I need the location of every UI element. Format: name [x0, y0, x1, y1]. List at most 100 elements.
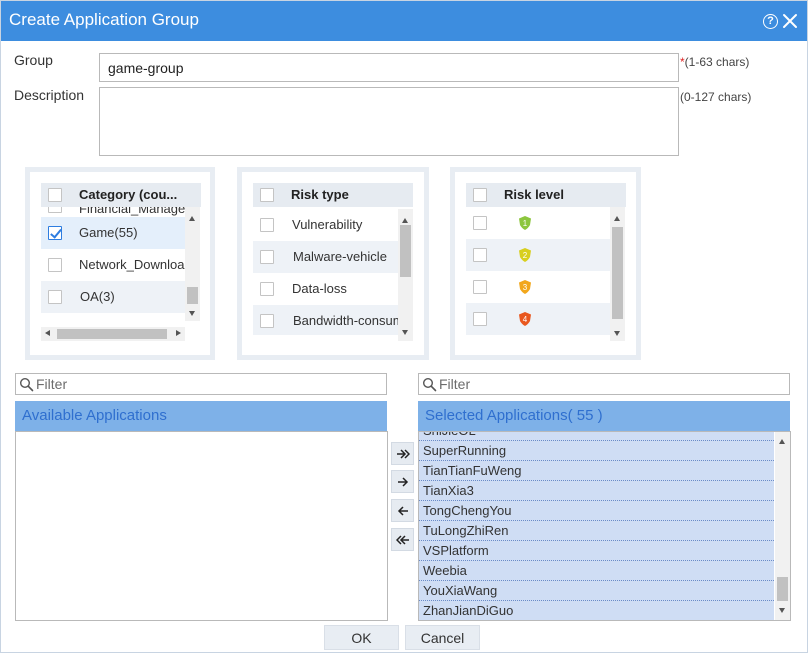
group-hint-text: (1-63 chars) — [684, 55, 750, 69]
category-item[interactable]: OA(3) — [41, 281, 185, 313]
category-header-label: Category (cou... — [79, 187, 178, 202]
add-all-button[interactable] — [391, 442, 414, 465]
scroll-up-icon[interactable] — [402, 218, 408, 223]
category-item-label: Game(55) — [79, 225, 138, 240]
dialog-title: Create Application Group — [9, 10, 199, 29]
selected-application-item[interactable]: YouXiaWang — [419, 581, 774, 601]
scroll-down-icon[interactable] — [779, 608, 785, 613]
close-icon[interactable] — [781, 12, 799, 30]
svg-text:1: 1 — [523, 219, 528, 228]
scroll-thumb[interactable] — [187, 287, 198, 304]
checkbox[interactable] — [260, 314, 274, 328]
available-filter — [15, 373, 387, 395]
category-vertical-scrollbar[interactable] — [185, 207, 200, 321]
selected-applications-header: Selected Applications( 55 ) — [418, 401, 790, 431]
selected-application-item[interactable]: Weebia — [419, 561, 774, 581]
checkbox[interactable] — [473, 280, 487, 294]
double-arrow-left-icon — [396, 535, 409, 545]
risk-level-vertical-scrollbar[interactable] — [610, 207, 625, 341]
checkbox[interactable] — [473, 216, 487, 230]
category-horizontal-scrollbar[interactable] — [41, 327, 185, 341]
scroll-down-icon[interactable] — [614, 331, 620, 336]
risk-level-header: Risk level — [466, 183, 626, 207]
checkbox[interactable] — [260, 218, 274, 232]
scroll-down-icon[interactable] — [189, 311, 195, 316]
risk-type-item[interactable]: Malware-vehicle — [253, 241, 398, 273]
scroll-right-icon[interactable] — [176, 330, 181, 336]
selected-filter-input[interactable] — [439, 375, 779, 393]
selected-application-item[interactable]: VSPlatform — [419, 541, 774, 561]
description-textarea[interactable] — [99, 87, 679, 156]
selected-application-item[interactable]: ShiJieOL — [419, 432, 774, 441]
checkbox[interactable] — [48, 207, 62, 213]
risk-type-item[interactable]: Data-loss — [253, 273, 398, 305]
available-applications-list[interactable] — [15, 431, 388, 621]
risk-type-vertical-scrollbar[interactable] — [398, 209, 413, 341]
checkbox[interactable] — [473, 248, 487, 262]
category-item[interactable]: Game(55) — [41, 217, 185, 249]
add-selected-button[interactable] — [391, 470, 414, 493]
risk-type-item[interactable]: Bandwidth-consuming — [253, 305, 398, 335]
remove-selected-button[interactable] — [391, 499, 414, 522]
selected-filter — [418, 373, 790, 395]
group-input[interactable] — [99, 53, 679, 82]
scroll-left-icon[interactable] — [45, 330, 50, 336]
checkbox[interactable] — [260, 282, 274, 296]
arrow-right-icon — [398, 477, 409, 487]
risk-type-header-label: Risk type — [291, 187, 349, 202]
arrow-left-icon — [397, 506, 408, 516]
checkbox-checked[interactable] — [48, 226, 62, 240]
cancel-button[interactable]: Cancel — [405, 625, 480, 650]
risk-type-item[interactable]: Vulnerability — [253, 209, 398, 241]
checkbox[interactable] — [473, 312, 487, 326]
scroll-down-icon[interactable] — [402, 330, 408, 335]
create-application-group-dialog: Create Application Group ? Group *(1-63 … — [0, 0, 808, 653]
category-item[interactable]: Network_Download — [41, 249, 185, 281]
svg-text:2: 2 — [523, 251, 528, 260]
checkbox[interactable] — [48, 258, 62, 272]
risk-level-item[interactable]: 3 — [466, 271, 611, 303]
selected-application-item[interactable]: TianXia3 — [419, 481, 774, 501]
svg-text:3: 3 — [523, 283, 528, 292]
risk-level-4-shield-icon: 4 — [519, 312, 531, 326]
category-item[interactable]: Financial_Managem — [41, 207, 185, 217]
risk-type-item-label: Malware-vehicle — [293, 249, 387, 264]
ok-button[interactable]: OK — [324, 625, 399, 650]
scroll-thumb[interactable] — [777, 577, 788, 601]
scroll-up-icon[interactable] — [189, 216, 195, 221]
help-icon[interactable]: ? — [763, 14, 778, 29]
double-arrow-right-icon — [397, 449, 410, 459]
selected-application-item[interactable]: TianTianFuWeng — [419, 461, 774, 481]
selected-application-item[interactable]: TuLongZhiRen — [419, 521, 774, 541]
scroll-thumb[interactable] — [57, 329, 167, 339]
selected-application-item[interactable]: TongChengYou — [419, 501, 774, 521]
search-icon — [422, 377, 437, 392]
selected-applications-list[interactable]: ShiJieOL SuperRunning TianTianFuWeng Tia… — [418, 431, 791, 621]
risk-level-1-shield-icon: 1 — [519, 216, 531, 230]
remove-all-button[interactable] — [391, 528, 414, 551]
scroll-thumb[interactable] — [400, 225, 411, 277]
risk-type-header: Risk type — [253, 183, 413, 207]
checkbox[interactable] — [260, 250, 274, 264]
scroll-thumb[interactable] — [612, 227, 623, 319]
risk-type-select-all-checkbox[interactable] — [260, 188, 274, 202]
risk-level-select-all-checkbox[interactable] — [473, 188, 487, 202]
selected-application-item[interactable]: ZhanJianDiGuo — [419, 601, 774, 620]
checkbox[interactable] — [48, 290, 62, 304]
scroll-up-icon[interactable] — [779, 439, 785, 444]
group-label: Group — [14, 52, 53, 68]
category-item-label: Network_Download — [79, 257, 185, 272]
risk-level-item[interactable]: 4 — [466, 303, 611, 335]
risk-type-item-label: Data-loss — [292, 281, 347, 296]
category-select-all-checkbox[interactable] — [48, 188, 62, 202]
selected-application-item[interactable]: SuperRunning — [419, 441, 774, 461]
title-bar: Create Application Group ? — [1, 1, 807, 41]
scroll-up-icon[interactable] — [614, 216, 620, 221]
available-filter-input[interactable] — [36, 375, 376, 393]
risk-level-item[interactable]: 1 — [466, 207, 611, 239]
category-panel: Category (cou... Financial_Managem Game(… — [25, 167, 215, 360]
category-item-label: Financial_Managem — [79, 207, 185, 216]
risk-level-item[interactable]: 2 — [466, 239, 611, 271]
selected-vertical-scrollbar[interactable] — [775, 432, 790, 620]
risk-level-3-shield-icon: 3 — [519, 280, 531, 294]
